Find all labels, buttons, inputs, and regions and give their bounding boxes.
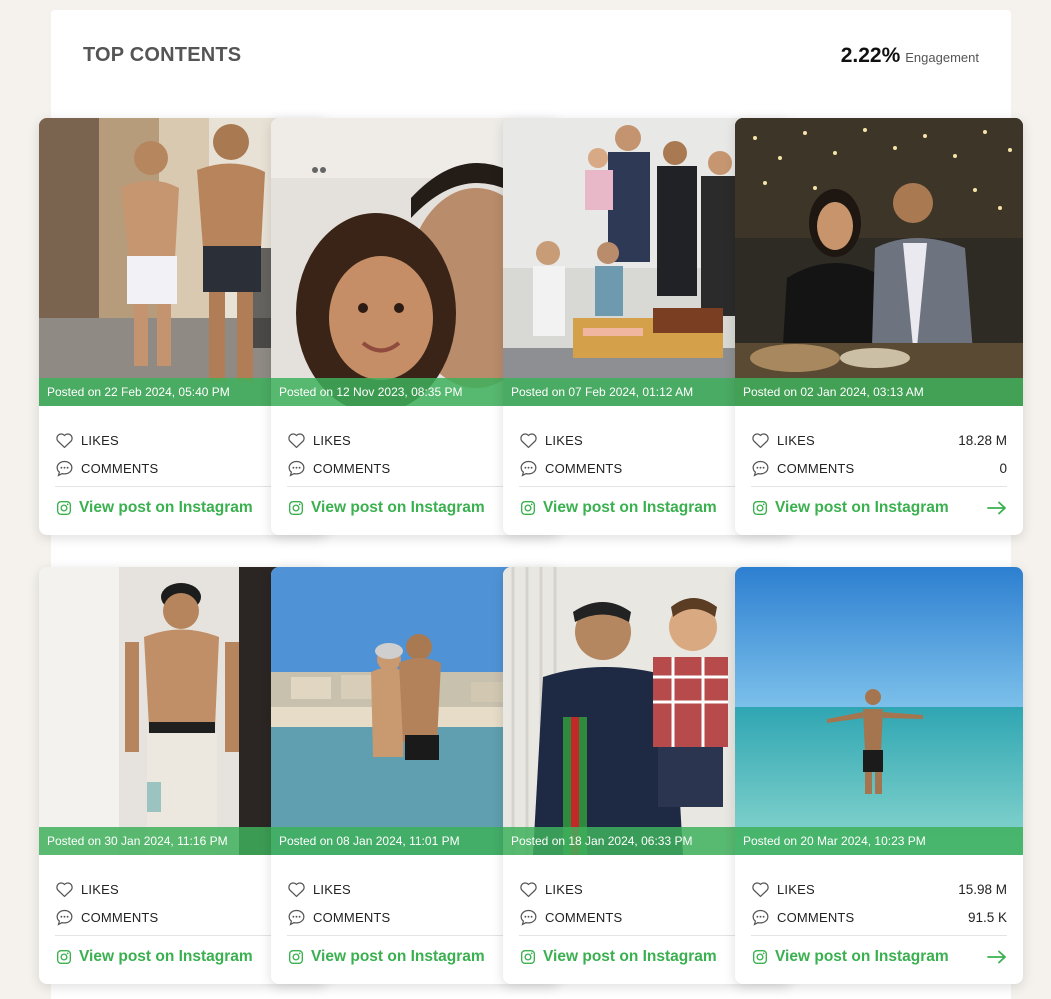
likes-label: LIKES: [81, 881, 119, 897]
heart-icon: [751, 879, 771, 899]
likes-row: LIKES 18.28 M: [751, 430, 1007, 450]
post-photo[interactable]: [735, 118, 1023, 406]
likes-label: LIKES: [777, 432, 815, 448]
likes-label: LIKES: [545, 881, 583, 897]
view-post-link[interactable]: View post on Instagram: [752, 497, 1007, 519]
comments-label: COMMENTS: [777, 909, 855, 925]
divider: [751, 935, 1007, 936]
instagram-icon: [752, 500, 768, 516]
post-photo[interactable]: [735, 567, 1023, 855]
comments-row: COMMENTS 0: [751, 458, 1007, 478]
instagram-icon: [56, 949, 72, 965]
posted-date: Posted on 20 Mar 2024, 10:23 PM: [735, 827, 1023, 855]
arrow-right-icon[interactable]: [987, 501, 1007, 515]
instagram-icon: [752, 949, 768, 965]
comment-icon: [287, 458, 307, 478]
likes-label: LIKES: [313, 432, 351, 448]
comments-count: 0: [999, 460, 1007, 476]
comments-label: COMMENTS: [777, 460, 855, 476]
comment-icon: [55, 458, 75, 478]
view-post-link[interactable]: View post on Instagram: [752, 946, 1007, 968]
post-card[interactable]: Posted on 02 Jan 2024, 03:13 AM LIKES 18…: [735, 118, 1023, 535]
view-post-label: View post on Instagram: [775, 948, 949, 965]
likes-label: LIKES: [777, 881, 815, 897]
comments-count: 91.5 K: [967, 909, 1007, 925]
comment-icon: [287, 907, 307, 927]
heart-icon: [751, 430, 771, 450]
engagement-summary: 2.22% Engagement: [841, 44, 979, 68]
post-card[interactable]: Posted on 20 Mar 2024, 10:23 PM LIKES 15…: [735, 567, 1023, 984]
comment-icon: [751, 458, 771, 478]
likes-count: 15.98 M: [958, 881, 1007, 897]
comment-icon: [55, 907, 75, 927]
instagram-icon: [56, 500, 72, 516]
comment-icon: [519, 458, 539, 478]
heart-icon: [519, 430, 539, 450]
heart-icon: [55, 430, 75, 450]
comments-row: COMMENTS 91.5 K: [751, 907, 1007, 927]
comment-icon: [519, 907, 539, 927]
instagram-icon: [288, 949, 304, 965]
view-post-label: View post on Instagram: [775, 499, 949, 516]
comments-label: COMMENTS: [545, 460, 623, 476]
likes-label: LIKES: [81, 432, 119, 448]
heart-icon: [287, 879, 307, 899]
engagement-label: Engagement: [905, 50, 979, 65]
heart-icon: [519, 879, 539, 899]
likes-count: 18.28 M: [958, 432, 1007, 448]
divider: [751, 486, 1007, 487]
likes-label: LIKES: [545, 432, 583, 448]
arrow-right-icon[interactable]: [987, 950, 1007, 964]
heart-icon: [55, 879, 75, 899]
instagram-icon: [288, 500, 304, 516]
comment-icon: [751, 907, 771, 927]
section-title: TOP CONTENTS: [83, 44, 242, 66]
likes-row: LIKES 15.98 M: [751, 879, 1007, 899]
instagram-icon: [520, 949, 536, 965]
heart-icon: [287, 430, 307, 450]
engagement-value: 2.22%: [840, 44, 901, 67]
instagram-icon: [520, 500, 536, 516]
posted-date: Posted on 02 Jan 2024, 03:13 AM: [735, 378, 1023, 406]
